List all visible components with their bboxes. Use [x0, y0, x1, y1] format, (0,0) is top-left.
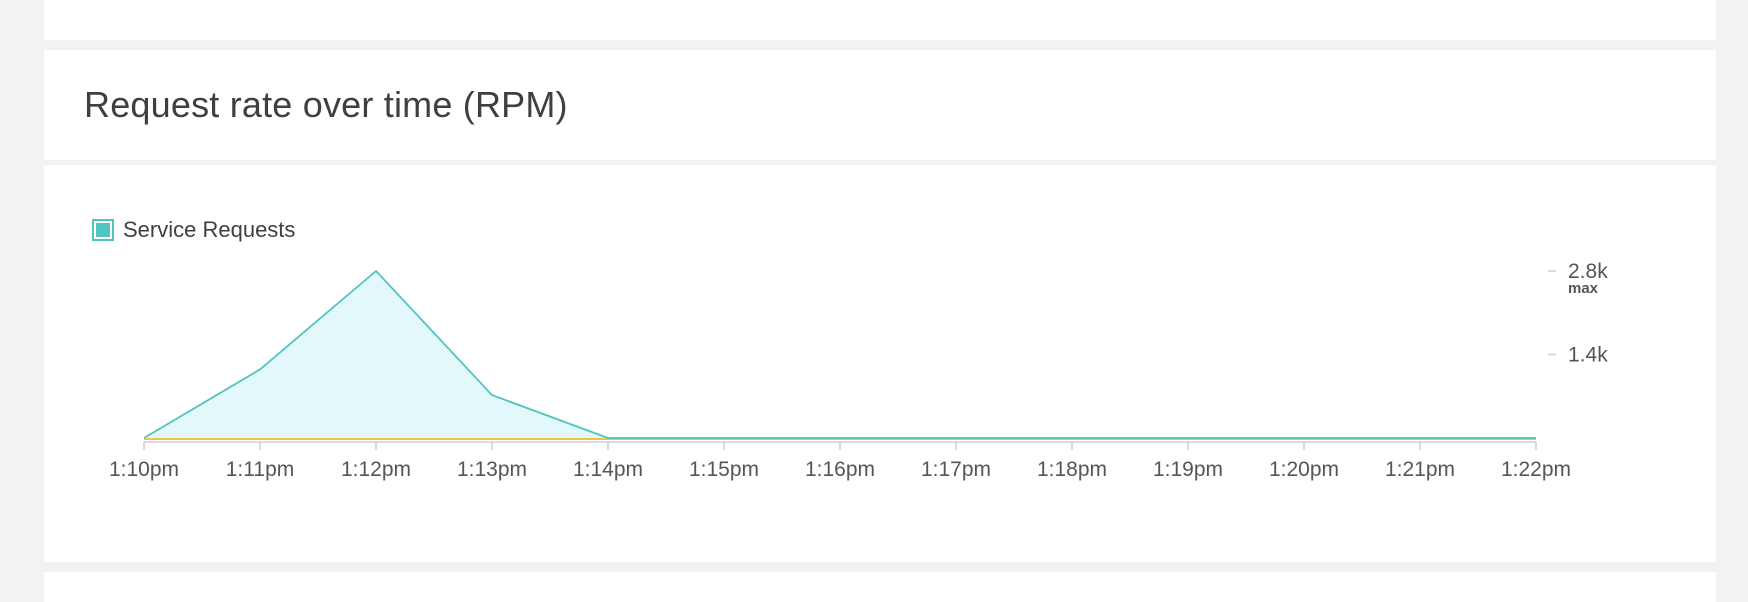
x-tick-label: 1:18pm	[1037, 458, 1107, 481]
panel-header: Request rate over time (RPM)	[44, 50, 1716, 160]
panel-title: Request rate over time (RPM)	[84, 84, 568, 126]
series-area	[144, 271, 1536, 438]
chart-panel: Service Requests 1:10pm1:11pm1:12pm1:13p…	[44, 165, 1716, 562]
x-tick-label: 1:11pm	[226, 458, 295, 481]
x-tick-label: 1:13pm	[457, 458, 527, 481]
x-tick-label: 1:22pm	[1501, 458, 1571, 481]
previous-panel	[44, 0, 1716, 40]
x-tick-label: 1:20pm	[1269, 458, 1339, 481]
y-max-label: max	[1568, 280, 1599, 297]
x-tick-label: 1:10pm	[109, 458, 179, 481]
y-tick-label: 1.4k	[1568, 344, 1608, 367]
x-tick-label: 1:14pm	[573, 458, 643, 481]
x-tick-label: 1:15pm	[689, 458, 759, 481]
x-tick-label: 1:16pm	[805, 458, 875, 481]
x-tick-label: 1:17pm	[921, 458, 991, 481]
x-tick-label: 1:21pm	[1385, 458, 1455, 481]
next-panel	[44, 572, 1716, 602]
x-tick-label: 1:12pm	[341, 458, 411, 481]
request-rate-chart: 1:10pm 1:11pm 1:12pm 1:13pm 1:14pm 1:15pm 1:16…	[44, 165, 1716, 562]
x-tick-label: 1:19pm	[1153, 458, 1223, 481]
